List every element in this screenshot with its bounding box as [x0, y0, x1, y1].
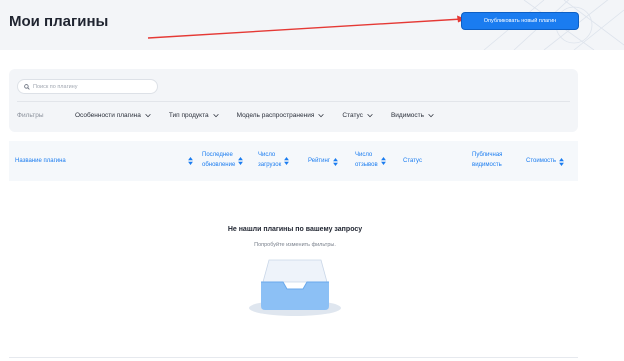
- column-header-reviews[interactable]: Число отзывов: [355, 151, 386, 170]
- column-header-label: обновление: [202, 161, 236, 168]
- filter-panel: Поиск по плагину Фильтры Особенности пла…: [9, 69, 578, 132]
- chevron-down-icon: [428, 113, 434, 117]
- filter-status[interactable]: Статус: [342, 112, 373, 119]
- filter-label: Видимость: [390, 111, 425, 119]
- chevron-down-icon: [367, 113, 373, 117]
- filters-row: Фильтры Особенности плагина Тип продукта…: [17, 109, 452, 121]
- chevron-down-icon: [145, 113, 151, 117]
- sort-icon[interactable]: [238, 156, 244, 165]
- table-header: Название плагина Последнее обновление Чи…: [9, 141, 578, 181]
- column-header-label: Стоимость: [526, 158, 557, 164]
- filter-visibility[interactable]: Видимость: [391, 112, 434, 119]
- empty-state-subtitle: Попробуйте изменить фильтры.: [254, 242, 336, 248]
- column-header-label: Число: [258, 152, 276, 158]
- filter-label: Модель распространения: [236, 111, 315, 119]
- column-header-label: Число: [355, 152, 373, 158]
- search-placeholder: Поиск по плагину: [33, 83, 78, 90]
- empty-state-title: Не нашли плагины по вашему запросу: [227, 226, 363, 233]
- column-header-label: Название плагина: [15, 158, 66, 164]
- sort-icon[interactable]: [188, 157, 193, 165]
- sort-icon[interactable]: [284, 156, 290, 165]
- sort-icon[interactable]: [380, 156, 386, 165]
- column-header-name[interactable]: Название плагина: [15, 157, 66, 167]
- column-header-label: загрузок: [258, 161, 282, 168]
- filter-product-type[interactable]: Тип продукта: [169, 112, 219, 119]
- filter-plugin-features[interactable]: Особенности плагина: [75, 112, 151, 119]
- sort-icon[interactable]: [559, 157, 564, 166]
- empty-tray-illustration: [249, 259, 341, 316]
- column-header-price[interactable]: Стоимость: [526, 157, 564, 167]
- column-header-label: отзывов: [355, 161, 378, 168]
- search-icon: [24, 83, 30, 90]
- divider: [17, 101, 570, 102]
- chevron-down-icon: [212, 113, 219, 117]
- column-header-label: Публичная: [472, 152, 503, 158]
- column-header-label: видимость: [472, 161, 502, 168]
- column-header-public-visibility: Публичная видимость: [472, 151, 502, 170]
- column-header-label: Последнее: [202, 152, 233, 158]
- filter-label: Статус: [342, 111, 363, 119]
- column-header-label: Статус: [403, 158, 422, 164]
- annotation-arrow: [147, 15, 466, 39]
- column-header-last-update[interactable]: Последнее обновление: [202, 151, 244, 170]
- divider: [9, 357, 578, 358]
- sort-icon[interactable]: [333, 157, 338, 166]
- column-header-status: Статус: [403, 157, 422, 167]
- filter-label: Особенности плагина: [75, 111, 141, 119]
- filter-distribution-model[interactable]: Модель распространения: [237, 112, 325, 119]
- publish-new-plugin-button[interactable]: Опубликовать новый плагин: [462, 13, 578, 29]
- chevron-down-icon: [318, 113, 325, 117]
- search-input[interactable]: Поиск по плагину: [17, 79, 158, 94]
- column-header-label: Рейтинг: [308, 158, 331, 164]
- column-header-downloads[interactable]: Число загрузок: [258, 151, 290, 170]
- filter-label: Тип продукта: [168, 111, 209, 119]
- column-header-rating[interactable]: Рейтинг: [308, 157, 338, 167]
- filters-label: Фильтры: [17, 111, 44, 119]
